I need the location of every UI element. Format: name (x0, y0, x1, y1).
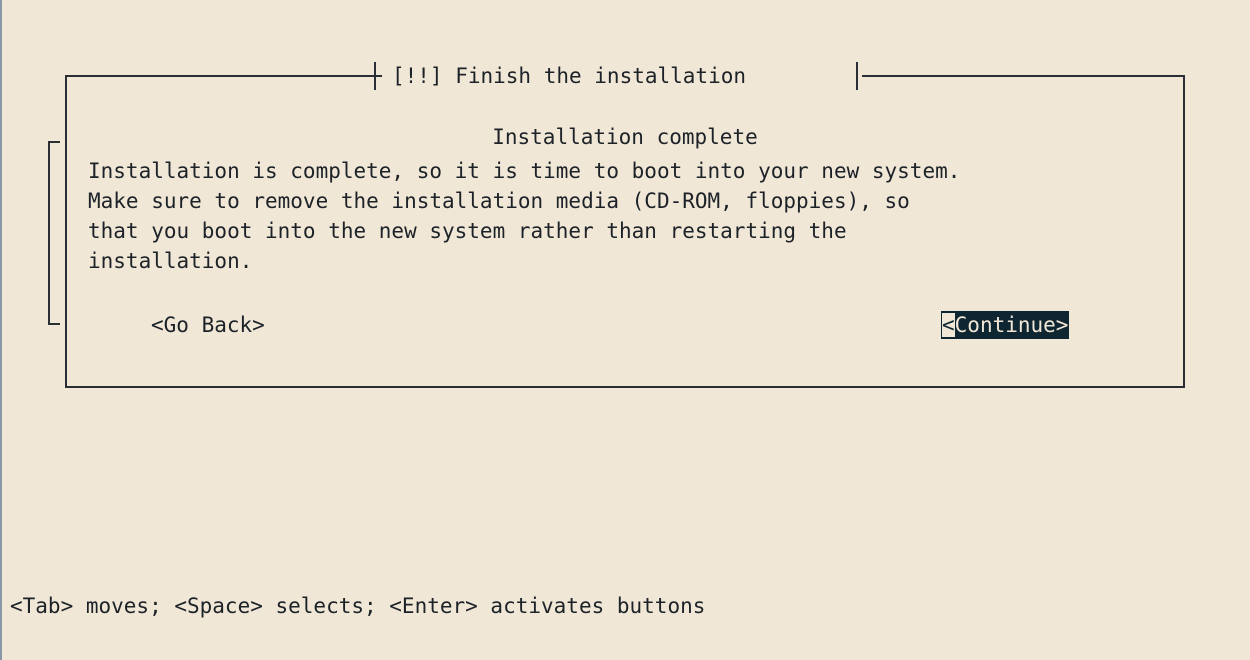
text-cursor: < (942, 313, 955, 337)
inner-bracket-vertical (48, 141, 50, 325)
dialog-message: Installation is complete, so it is time … (88, 156, 1178, 276)
message-line: that you boot into the new system rather… (88, 219, 847, 243)
dialog-border-right (1183, 75, 1185, 388)
dialog-border-bottom (65, 386, 1185, 388)
title-tee-right (856, 62, 858, 90)
dialog-heading: Installation complete (492, 125, 758, 149)
dialog-border-top-right (862, 75, 1184, 77)
screen-edge (0, 0, 2, 660)
keyboard-help: <Tab> moves; <Space> selects; <Enter> ac… (10, 594, 706, 618)
go-back-button[interactable]: <Go Back> (151, 311, 265, 339)
message-line: Make sure to remove the installation med… (88, 189, 910, 213)
title-tee-left (374, 62, 376, 90)
message-line: installation. (88, 249, 253, 273)
inner-bracket-bottom (48, 323, 60, 325)
continue-label: Continue> (954, 313, 1069, 337)
dialog-title: [!!] Finish the installation (382, 62, 757, 90)
continue-button[interactable]: <Continue> (941, 311, 1070, 339)
dialog-border-left (65, 75, 67, 388)
message-line: Installation is complete, so it is time … (88, 159, 961, 183)
dialog-border-top-left (66, 75, 382, 77)
